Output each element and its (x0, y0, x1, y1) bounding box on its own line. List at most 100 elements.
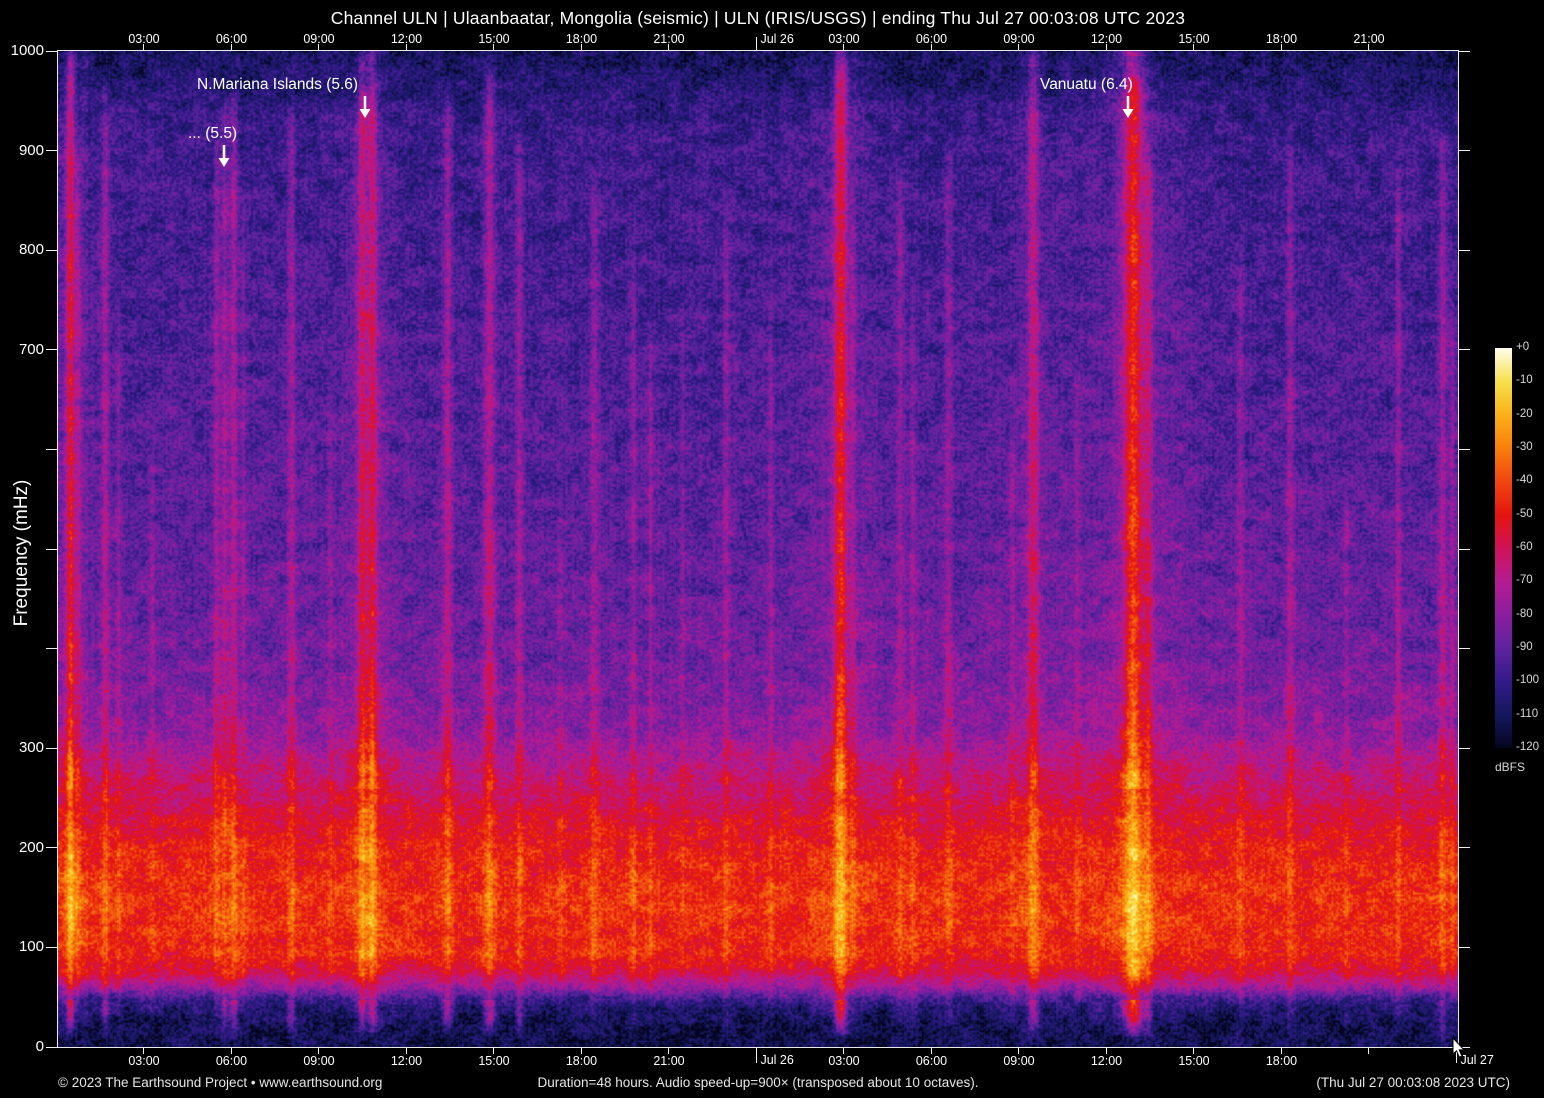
x-tick-bottom (930, 1047, 932, 1054)
y-tick-right (1458, 50, 1470, 52)
x-tick-label-top: 12:00 (1090, 32, 1123, 46)
y-tick-right (1458, 448, 1470, 450)
x-tick-label-top: 09:00 (1003, 32, 1035, 46)
event-annotation-label: ... (5.5) (188, 125, 238, 142)
x-tick-label-bottom: Jul 26 (760, 1053, 794, 1067)
colorbar-tick-label: -100 (1516, 674, 1540, 687)
y-tick-left (46, 448, 58, 450)
x-tick-bottom (1018, 1047, 1020, 1054)
y-tick-right (1458, 747, 1470, 749)
x-tick-bottom (1368, 1047, 1370, 1054)
y-tick-right (1458, 349, 1470, 351)
y-tick-label: 900 (18, 141, 44, 159)
y-tick-left (46, 50, 58, 52)
x-tick-label-bottom: 21:00 (653, 1054, 685, 1068)
y-tick-left (46, 648, 58, 650)
y-tick-left (46, 747, 58, 749)
colorbar-tick-label: -120 (1516, 741, 1540, 753)
y-tick-left (46, 1046, 58, 1048)
annotation-arrow-icon (218, 145, 230, 167)
event-annotation-label: N.Mariana Islands (5.6) (197, 76, 359, 93)
x-tick-label-bottom: 18:00 (565, 1054, 598, 1068)
y-axis-title: Frequency (mHz) (11, 479, 32, 627)
colorbar-tick-label: -40 (1516, 474, 1533, 487)
x-tick-label-bottom: 15:00 (1178, 1054, 1210, 1068)
x-tick-bottom (843, 1047, 845, 1054)
x-tick-label-bottom: 12:00 (1090, 1054, 1123, 1068)
colorbar-tick-label: -90 (1516, 641, 1533, 653)
y-tick-label: 100 (18, 938, 44, 956)
x-tick-label-bottom: 15:00 (478, 1054, 510, 1068)
y-tick-label: 800 (18, 241, 44, 259)
y-tick-label: 700 (18, 340, 44, 358)
page-title: Channel ULN | Ulaanbaatar, Mongolia (sei… (330, 8, 1186, 28)
x-tick-bottom (493, 1047, 495, 1054)
y-tick-right (1458, 648, 1470, 650)
y-tick-label: 0 (35, 1038, 44, 1055)
y-tick-left (46, 847, 58, 849)
colorbar-tick-label: -10 (1516, 374, 1533, 387)
x-tick-bottom (1280, 1047, 1282, 1054)
y-tick-label: 200 (18, 838, 44, 856)
x-tick-bottom (1105, 1047, 1107, 1054)
x-tick-label-bottom: 06:00 (915, 1054, 948, 1068)
x-tick-bottom (755, 1047, 757, 1063)
y-tick-label: 1000 (10, 42, 44, 59)
x-tick-bottom (143, 1047, 145, 1054)
footer-timestamp: (Thu Jul 27 00:03:08 2023 UTC) (1316, 1075, 1510, 1090)
colorbar-tick-label: -80 (1516, 607, 1533, 620)
colorbar-tick-label: -70 (1516, 574, 1533, 587)
x-tick-label-top: 03:00 (828, 32, 860, 46)
x-tick-label-top: 12:00 (390, 32, 423, 46)
x-tick-label-bottom: 09:00 (303, 1054, 335, 1068)
spectrogram-canvas[interactable] (58, 51, 1458, 1047)
x-tick-label-bottom: 18:00 (1265, 1054, 1298, 1068)
x-tick-label-top: 18:00 (1265, 32, 1298, 46)
mouse-cursor-icon (1452, 1038, 1466, 1058)
spectrogram-plot[interactable] (57, 50, 1459, 1048)
y-tick-left (46, 349, 58, 351)
x-tick-bottom (1193, 1047, 1195, 1054)
x-tick-label-bottom: 06:00 (215, 1054, 248, 1068)
x-tick-label-bottom: 12:00 (390, 1054, 423, 1068)
x-tick-bottom (580, 1047, 582, 1054)
x-tick-bottom (318, 1047, 320, 1054)
x-tick-label-top: 06:00 (915, 32, 948, 46)
x-tick-label-top: Jul 26 (760, 32, 794, 46)
spectrogram-app: Channel ULN | Ulaanbaatar, Mongolia (sei… (0, 0, 1544, 1098)
colorbar-tick-label: -20 (1516, 407, 1533, 420)
y-tick-right (1458, 847, 1470, 849)
colorbar-tick-label: +0 (1516, 341, 1530, 353)
y-tick-right (1458, 249, 1470, 251)
x-tick-label-top: 15:00 (478, 32, 510, 46)
x-tick-label-top: 21:00 (1353, 32, 1385, 46)
y-tick-right (1458, 150, 1470, 152)
colorbar-tick-label: -110 (1516, 707, 1539, 720)
x-tick-bottom (405, 1047, 407, 1054)
x-tick-label-top: 18:00 (565, 32, 598, 46)
y-tick-left (46, 249, 58, 251)
colorbar-unit-label: dBFS (1495, 760, 1526, 774)
x-tick-bottom (230, 1047, 232, 1054)
x-tick-label-top: 06:00 (215, 32, 248, 46)
colorbar-tick-label: -50 (1516, 507, 1533, 520)
y-tick-left (46, 150, 58, 152)
x-tick-label-top: 15:00 (1178, 32, 1210, 46)
annotation-arrow-icon (1122, 96, 1134, 118)
x-tick-label-bottom: 09:00 (1003, 1054, 1035, 1068)
x-tick-label-bottom: 03:00 (828, 1054, 860, 1068)
x-tick-top (755, 37, 757, 51)
y-tick-right (1458, 548, 1470, 550)
colorbar-tick-label: -60 (1516, 541, 1533, 553)
x-tick-label-top: 09:00 (303, 32, 335, 46)
colorbar-tick-label: -30 (1516, 441, 1533, 453)
x-tick-label-top: 03:00 (128, 32, 160, 46)
x-tick-label-top: 21:00 (653, 32, 685, 46)
annotation-arrow-icon (359, 96, 371, 118)
event-annotation-label: Vanuatu (6.4) (1040, 76, 1133, 93)
y-tick-left (46, 946, 58, 948)
colorbar (1495, 348, 1512, 748)
x-tick-label-bottom: 03:00 (128, 1054, 160, 1068)
y-tick-left (46, 548, 58, 550)
y-tick-right (1458, 946, 1470, 948)
